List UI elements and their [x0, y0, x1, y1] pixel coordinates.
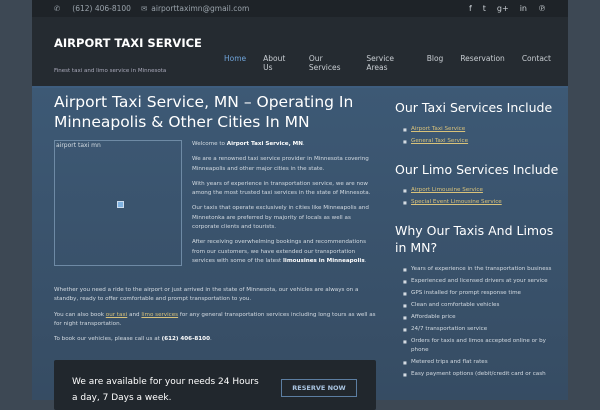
site-logo[interactable]: AIRPORT TAXI SERVICE: [54, 36, 202, 50]
top-email[interactable]: airporttaximn@gmail.com: [151, 4, 249, 13]
header: AIRPORT TAXI SERVICE Finest taxi and lim…: [32, 17, 568, 88]
nav-services[interactable]: Our Services: [309, 54, 349, 72]
limo-services-heading: Our Limo Services Include: [395, 162, 559, 177]
content: Airport Taxi Service, MN – Operating In …: [32, 88, 568, 410]
body-text: Whether you need a ride to the airport o…: [54, 287, 376, 343]
list-item: 24/7 transportation service: [403, 325, 555, 334]
limo-services-list: Airport Limousine Service Special Event …: [403, 186, 555, 210]
main-nav: Home About Us Our Services Service Areas…: [224, 54, 568, 72]
pinterest-icon[interactable]: ℗: [538, 4, 546, 13]
list-item: Experienced and licensed drivers at your…: [403, 277, 555, 286]
list-item: Airport Taxi Service: [403, 125, 555, 134]
taxi-services-list: Airport Taxi Service General Taxi Servic…: [403, 125, 555, 149]
nav-service-areas[interactable]: Service Areas: [366, 54, 409, 72]
site-tagline: Finest taxi and limo service in Minnesot…: [54, 68, 167, 74]
top-bar: ✆ (612) 406-8100 ✉ airporttaximn@gmail.com…: [32, 0, 568, 17]
general-taxi-link[interactable]: General Taxi Service: [411, 138, 468, 144]
limo-services-link[interactable]: limo services: [141, 312, 178, 318]
airport-taxi-link[interactable]: Airport Taxi Service: [411, 126, 465, 132]
list-item: Years of experience in the transportatio…: [403, 265, 555, 274]
list-item: GPS installed for prompt response time: [403, 289, 555, 298]
nav-about[interactable]: About Us: [263, 54, 292, 72]
image-alt-text: airport taxi mn: [56, 142, 101, 149]
broken-image-icon: [117, 201, 124, 208]
list-item: Metered trips and flat rates: [403, 358, 555, 367]
taxi-services-heading: Our Taxi Services Include: [395, 100, 553, 115]
list-item: General Taxi Service: [403, 137, 555, 146]
nav-blog[interactable]: Blog: [427, 54, 444, 72]
list-item: Orders for taxis and limos accepted onli…: [403, 337, 555, 355]
list-item: Affordable price: [403, 313, 555, 322]
nav-reservation[interactable]: Reservation: [460, 54, 505, 72]
list-item: Clean and comfortable vehicles: [403, 301, 555, 310]
broken-image: airport taxi mn: [54, 140, 182, 266]
why-heading: Why Our Taxis And Limos in MN?: [395, 223, 554, 255]
special-event-limo-link[interactable]: Special Event Limousine Service: [411, 199, 502, 205]
airport-limo-link[interactable]: Airport Limousine Service: [411, 187, 483, 193]
twitter-icon[interactable]: t: [483, 4, 486, 13]
linkedin-icon[interactable]: in: [520, 4, 527, 13]
page-title: Airport Taxi Service, MN – Operating In …: [54, 93, 354, 131]
our-taxi-link[interactable]: our taxi: [106, 312, 128, 318]
availability-banner: We are available for your needs 24 Hours…: [54, 360, 376, 410]
nav-contact[interactable]: Contact: [522, 54, 551, 72]
availability-text: We are available for your needs 24 Hours…: [72, 377, 259, 403]
intro-text: Welcome to Airport Taxi Service, MN. We …: [192, 141, 371, 264]
list-item: Special Event Limousine Service: [403, 198, 555, 207]
why-list: Years of experience in the transportatio…: [403, 265, 555, 382]
list-item: Airport Limousine Service: [403, 186, 555, 195]
nav-home[interactable]: Home: [224, 54, 246, 72]
google-plus-icon[interactable]: g+: [497, 4, 509, 13]
reserve-now-button[interactable]: RESERVE NOW: [281, 379, 357, 397]
facebook-icon[interactable]: f: [469, 4, 472, 13]
email-icon: ✉: [140, 4, 148, 13]
top-phone[interactable]: (612) 406-8100: [72, 4, 131, 13]
list-item: Easy payment options (debit/credit card …: [403, 370, 555, 379]
phone-icon: ✆: [54, 4, 61, 13]
